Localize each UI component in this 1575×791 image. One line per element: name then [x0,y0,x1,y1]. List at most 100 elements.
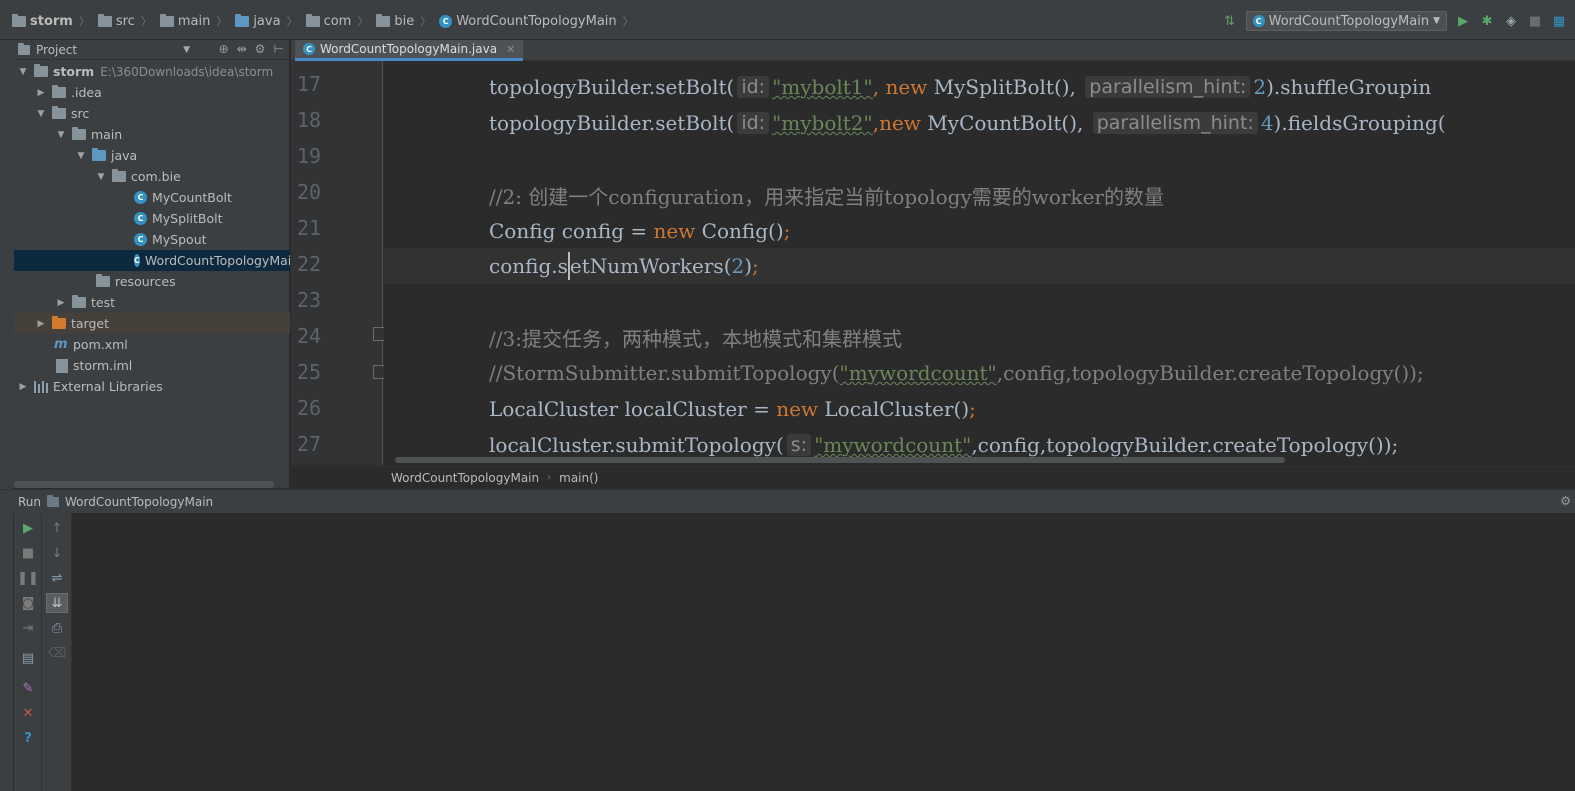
tree-item-wordcounttopologymain[interactable]: C WordCountTopologyMain [14,250,290,271]
run-config-icon [47,494,60,507]
up-arrow-icon[interactable]: ↑ [48,519,66,537]
tab-wordcounttopologymain[interactable]: C WordCountTopologyMain.java ✕ [295,40,524,61]
package-icon [376,13,391,27]
tree-item-idea[interactable]: ▶ .idea [14,82,290,103]
pause-icon[interactable]: ❚❚ [17,569,39,587]
line-number: 24 [297,324,322,348]
tree-item-myspout[interactable]: C MySpout [14,229,290,250]
run-icon[interactable]: ▶ [1455,13,1471,29]
hide-icon[interactable]: ⊢ [274,42,284,56]
build-icon[interactable]: ⇅ [1222,13,1238,29]
breadcrumb-method[interactable]: main() [559,471,598,485]
settings-icon[interactable]: ⚙ [255,42,266,56]
package-icon [112,169,126,182]
run-config-selector[interactable]: C WordCountTopologyMain ▼ [1245,11,1447,31]
class-icon: C [134,233,147,246]
tree-item-pom[interactable]: m pom.xml [14,334,290,355]
tree-item-target[interactable]: ▶ target [14,313,290,334]
chevron-right-icon: 〉 [78,15,90,28]
expanded-arrow-icon[interactable]: ▼ [94,172,108,182]
trash-icon[interactable]: ⌫ [48,644,66,662]
chevron-right-icon: 〉 [216,15,228,28]
down-arrow-icon[interactable]: ↓ [48,544,66,562]
line-number: 27 [297,432,322,456]
run-tab[interactable]: WordCountTopologyMain [65,495,213,509]
crumb-class[interactable]: C WordCountTopologyMain [439,14,617,29]
folder-icon [159,13,174,27]
expanded-arrow-icon[interactable]: ▼ [54,130,68,140]
debug-icon[interactable]: ✱ [1479,13,1495,29]
tree-item-main[interactable]: ▼ main [14,124,290,145]
close-icon[interactable]: ✕ [506,43,515,56]
parameter-hint: parallelism_hint: [1085,76,1251,98]
run-controls: ⇅ C WordCountTopologyMain ▼ ▶ ✱ ◈ ■ ▦ [1222,10,1575,32]
editor-horizontal-scrollbar[interactable] [395,457,1285,463]
close-icon[interactable]: ✕ [19,704,37,722]
library-icon [34,380,48,393]
expanded-arrow-icon[interactable]: ▼ [74,151,88,161]
code-editor[interactable]: topologyBuilder.setBolt(id: "mybolt1", ne… [384,61,1575,465]
layout-icon[interactable]: ▤ [19,649,37,667]
tree-item-mycountbolt[interactable]: C MyCountBolt [14,187,290,208]
code-line-25: //StormSubmitter.submitTopology("mywordc… [489,361,1424,385]
run-toolbar-primary: ▶ ■ ❚❚ ◙ ⇥ ▤ ✎ ✕ ? [14,513,42,791]
folder-icon [52,85,66,98]
tree-item-mysplitbolt[interactable]: C MySplitBolt [14,208,290,229]
collapse-icon[interactable]: ⇹ [237,42,247,56]
print-icon[interactable]: ⎙ [48,619,66,637]
collapsed-arrow-icon[interactable]: ▶ [54,298,68,308]
breadcrumb-class[interactable]: WordCountTopologyMain [391,471,539,485]
locate-icon[interactable]: ⊕ [219,42,229,56]
pin-icon[interactable]: ✎ [19,679,37,697]
folder-icon [97,13,112,27]
project-panel-title[interactable]: Project [36,43,77,57]
chevron-right-icon: 〉 [357,15,369,28]
crumb-java[interactable]: java [235,13,281,29]
source-folder-icon [92,148,106,161]
line-number: 25 [297,360,322,384]
run-console-output[interactable] [72,513,1575,791]
tree-item-storm[interactable]: ▼ storm E:\360Downloads\idea\storm [14,61,290,82]
expanded-arrow-icon[interactable]: ▼ [16,67,30,77]
crumb-src[interactable]: src [97,13,135,29]
soft-wrap-icon[interactable]: ⇌ [48,569,66,587]
project-structure-icon[interactable]: ▦ [1551,13,1567,29]
code-line-17: topologyBuilder.setBolt(id: "mybolt1", ne… [489,75,1432,99]
rerun-icon[interactable]: ▶ [19,519,37,537]
coverage-icon[interactable]: ◈ [1503,13,1519,29]
collapsed-arrow-icon[interactable]: ▶ [16,382,30,392]
gear-icon[interactable]: ⚙ [1560,494,1571,508]
scroll-to-end-icon[interactable]: ⇊ [46,593,68,613]
exit-icon[interactable]: ⇥ [19,619,37,637]
project-scrollbar[interactable] [14,481,274,488]
tree-item-test[interactable]: ▶ test [14,292,290,313]
code-line-21: Config config = new Config(); [489,219,791,243]
chevron-down-icon[interactable]: ▼ [183,45,190,55]
tree-item-src[interactable]: ▼ src [14,103,290,124]
tree-item-java[interactable]: ▼ java [14,145,290,166]
tree-item-external-libraries[interactable]: ▶ External Libraries [14,376,290,397]
line-number: 22 [297,252,322,276]
tree-item-storm-iml[interactable]: storm.iml [14,355,290,376]
crumb-bie[interactable]: bie [376,13,414,29]
line-number: 18 [297,108,322,132]
help-icon[interactable]: ? [19,729,37,747]
dump-threads-icon[interactable]: ◙ [19,594,37,612]
collapsed-arrow-icon[interactable]: ▶ [34,88,48,98]
tree-item-resources[interactable]: resources [14,271,290,292]
parameter-hint: parallelism_hint: [1092,112,1258,134]
line-number: 23 [297,288,322,312]
stop-icon[interactable]: ■ [19,544,37,562]
stop-icon[interactable]: ■ [1527,13,1543,29]
crumb-project[interactable]: storm [12,13,73,29]
excluded-folder-icon [52,316,66,329]
crumb-com[interactable]: com [305,13,351,29]
expanded-arrow-icon[interactable]: ▼ [34,109,48,119]
tree-item-com-bie[interactable]: ▼ com.bie [14,166,290,187]
editor-tab-bar: C WordCountTopologyMain.java ✕ [291,40,1575,61]
code-line-22: config.s etNumWorkers(2); [384,248,1575,284]
line-number: 20 [297,180,322,204]
crumb-main[interactable]: main [159,13,210,29]
collapsed-arrow-icon[interactable]: ▶ [34,319,48,329]
project-tree: ▼ storm E:\360Downloads\idea\storm ▶ .id… [14,61,290,397]
